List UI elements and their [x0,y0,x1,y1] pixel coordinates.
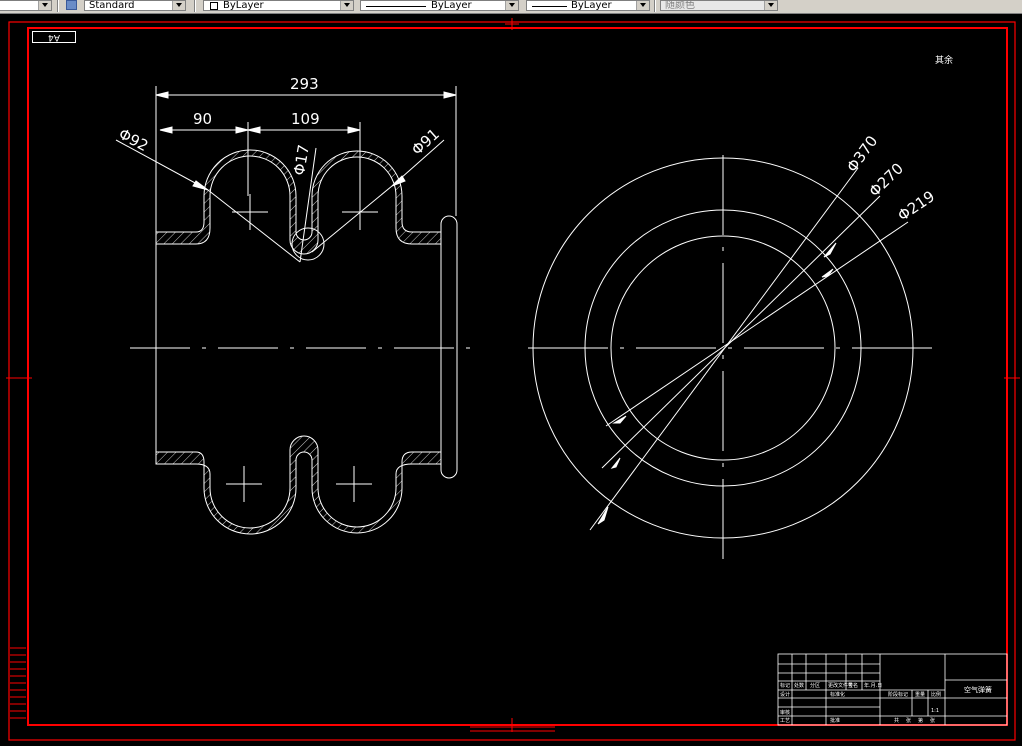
tb-cell: 阶段标记 [888,692,909,698]
tb-cell: 张 [930,718,936,724]
tb-cell: 第 [918,718,924,724]
lineweight-value: ByLayer [571,0,612,11]
lineweight-preview [532,6,567,7]
lineweight-dropdown[interactable]: ByLayer [526,0,650,11]
chevron-down-icon [172,1,185,10]
tb-cell: 张 [906,718,912,724]
tb-cell: 设计 [780,692,791,698]
drawing-canvas[interactable] [0,13,1022,746]
linetype-value: ByLayer [431,0,472,11]
chevron-down-icon [340,1,353,10]
previous-dropdown[interactable] [0,0,52,11]
tb-cell: 年.月.日 [864,683,883,689]
drawing-frame [6,18,1020,741]
toolbar-separator [654,0,656,12]
roughness-note: 其余 [935,56,954,66]
text-style-icon[interactable] [66,0,77,10]
tb-cell: 处数 [794,683,805,689]
tb-cell: 比例 [931,692,942,698]
tb-cell: 分区 [810,683,821,689]
end-view [528,155,935,560]
dim-overall-length: 293 [290,75,319,93]
tb-cell-scale: 1:1 [931,708,940,714]
plot-style-value: 随颜色 [665,0,695,11]
color-dropdown[interactable]: ByLayer [203,0,354,11]
color-value: ByLayer [223,0,264,11]
linetype-dropdown[interactable]: ByLayer [360,0,519,11]
color-swatch-icon [210,2,218,10]
title-block-name: 空气弹簧 [964,686,992,694]
text-style-dropdown[interactable]: Standard [84,0,186,11]
tb-cell: 标准化 [830,692,846,698]
toolbar-separator [194,0,196,12]
chevron-down-icon [38,1,51,10]
tb-cell: 批准 [830,718,841,724]
tb-cell: 共 [894,718,900,724]
chevron-down-icon [505,1,518,10]
chevron-down-icon [636,1,649,10]
dim-left-pitch: 90 [193,110,213,128]
tb-cell: 审核 [780,710,791,716]
text-style-value: Standard [89,0,135,11]
toolbar-separator [57,0,59,12]
tb-cell: 标记 [780,683,791,689]
linetype-preview [366,6,426,7]
properties-toolbar: Standard ByLayer ByLayer ByLayer 随颜色 [0,0,1022,14]
tb-cell: 工艺 [780,718,791,724]
plot-style-dropdown[interactable]: 随颜色 [660,0,778,11]
tb-cell: 签名 [848,683,859,689]
chevron-down-icon [764,1,777,10]
dim-right-pitch: 109 [291,110,320,128]
sheet-size-label: A4 [32,31,76,43]
tb-cell: 重量 [915,692,926,698]
